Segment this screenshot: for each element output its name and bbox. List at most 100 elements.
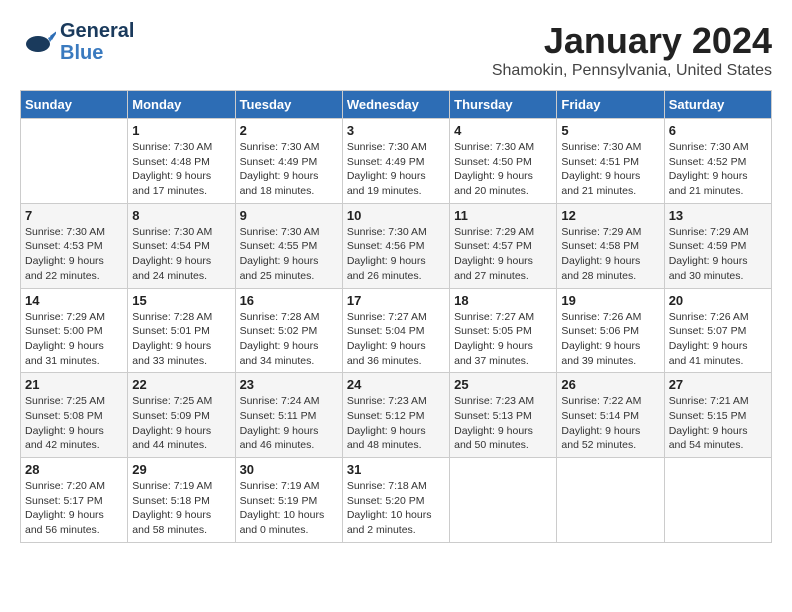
day-number: 2 xyxy=(240,123,338,138)
table-row xyxy=(450,458,557,543)
col-tuesday: Tuesday xyxy=(235,91,342,119)
day-number: 3 xyxy=(347,123,445,138)
col-monday: Monday xyxy=(128,91,235,119)
table-row: 15 Sunrise: 7:28 AM Sunset: 5:01 PM Dayli… xyxy=(128,288,235,373)
table-row: 13 Sunrise: 7:29 AM Sunset: 4:59 PM Dayli… xyxy=(664,203,771,288)
day-number: 17 xyxy=(347,293,445,308)
day-number: 29 xyxy=(132,462,230,477)
day-info: Sunrise: 7:22 AM Sunset: 5:14 PM Dayligh… xyxy=(561,394,659,453)
day-info: Sunrise: 7:27 AM Sunset: 5:05 PM Dayligh… xyxy=(454,310,552,369)
day-info: Sunrise: 7:29 AM Sunset: 4:58 PM Dayligh… xyxy=(561,225,659,284)
table-row xyxy=(557,458,664,543)
table-row: 20 Sunrise: 7:26 AM Sunset: 5:07 PM Dayli… xyxy=(664,288,771,373)
table-row: 12 Sunrise: 7:29 AM Sunset: 4:58 PM Dayli… xyxy=(557,203,664,288)
day-info: Sunrise: 7:24 AM Sunset: 5:11 PM Dayligh… xyxy=(240,394,338,453)
table-row: 22 Sunrise: 7:25 AM Sunset: 5:09 PM Dayli… xyxy=(128,373,235,458)
header: General Blue January 2024 Shamokin, Penn… xyxy=(20,20,772,80)
day-info: Sunrise: 7:26 AM Sunset: 5:06 PM Dayligh… xyxy=(561,310,659,369)
day-info: Sunrise: 7:30 AM Sunset: 4:54 PM Dayligh… xyxy=(132,225,230,284)
table-row: 5 Sunrise: 7:30 AM Sunset: 4:51 PM Daylig… xyxy=(557,119,664,204)
table-row: 2 Sunrise: 7:30 AM Sunset: 4:49 PM Daylig… xyxy=(235,119,342,204)
day-info: Sunrise: 7:30 AM Sunset: 4:49 PM Dayligh… xyxy=(347,140,445,199)
table-row: 29 Sunrise: 7:19 AM Sunset: 5:18 PM Dayli… xyxy=(128,458,235,543)
day-info: Sunrise: 7:21 AM Sunset: 5:15 PM Dayligh… xyxy=(669,394,767,453)
day-info: Sunrise: 7:30 AM Sunset: 4:56 PM Dayligh… xyxy=(347,225,445,284)
day-info: Sunrise: 7:30 AM Sunset: 4:50 PM Dayligh… xyxy=(454,140,552,199)
day-number: 15 xyxy=(132,293,230,308)
table-row: 23 Sunrise: 7:24 AM Sunset: 5:11 PM Dayli… xyxy=(235,373,342,458)
day-number: 9 xyxy=(240,208,338,223)
location-subtitle: Shamokin, Pennsylvania, United States xyxy=(492,62,772,80)
day-number: 14 xyxy=(25,293,123,308)
day-info: Sunrise: 7:29 AM Sunset: 5:00 PM Dayligh… xyxy=(25,310,123,369)
day-info: Sunrise: 7:30 AM Sunset: 4:51 PM Dayligh… xyxy=(561,140,659,199)
day-number: 22 xyxy=(132,377,230,392)
calendar-week-row: 7 Sunrise: 7:30 AM Sunset: 4:53 PM Daylig… xyxy=(21,203,772,288)
day-info: Sunrise: 7:30 AM Sunset: 4:53 PM Dayligh… xyxy=(25,225,123,284)
day-info: Sunrise: 7:19 AM Sunset: 5:19 PM Dayligh… xyxy=(240,479,338,538)
logo-blue: Blue xyxy=(60,42,134,64)
table-row: 14 Sunrise: 7:29 AM Sunset: 5:00 PM Dayli… xyxy=(21,288,128,373)
day-number: 19 xyxy=(561,293,659,308)
day-number: 31 xyxy=(347,462,445,477)
day-number: 10 xyxy=(347,208,445,223)
day-info: Sunrise: 7:20 AM Sunset: 5:17 PM Dayligh… xyxy=(25,479,123,538)
day-number: 21 xyxy=(25,377,123,392)
day-number: 12 xyxy=(561,208,659,223)
table-row: 21 Sunrise: 7:25 AM Sunset: 5:08 PM Dayli… xyxy=(21,373,128,458)
day-number: 27 xyxy=(669,377,767,392)
day-info: Sunrise: 7:19 AM Sunset: 5:18 PM Dayligh… xyxy=(132,479,230,538)
day-info: Sunrise: 7:26 AM Sunset: 5:07 PM Dayligh… xyxy=(669,310,767,369)
day-number: 11 xyxy=(454,208,552,223)
calendar-week-row: 1Sunrise: 7:30 AM Sunset: 4:48 PM Daylig… xyxy=(21,119,772,204)
day-info: Sunrise: 7:30 AM Sunset: 4:48 PM Dayligh… xyxy=(132,140,230,199)
day-number: 6 xyxy=(669,123,767,138)
day-info: Sunrise: 7:25 AM Sunset: 5:08 PM Dayligh… xyxy=(25,394,123,453)
calendar-table: Sunday Monday Tuesday Wednesday Thursday… xyxy=(20,90,772,543)
day-info: Sunrise: 7:25 AM Sunset: 5:09 PM Dayligh… xyxy=(132,394,230,453)
day-info: Sunrise: 7:30 AM Sunset: 4:55 PM Dayligh… xyxy=(240,225,338,284)
calendar-week-row: 21 Sunrise: 7:25 AM Sunset: 5:08 PM Dayli… xyxy=(21,373,772,458)
col-wednesday: Wednesday xyxy=(342,91,449,119)
day-info: Sunrise: 7:23 AM Sunset: 5:13 PM Dayligh… xyxy=(454,394,552,453)
day-number: 13 xyxy=(669,208,767,223)
table-row: 4 Sunrise: 7:30 AM Sunset: 4:50 PM Daylig… xyxy=(450,119,557,204)
calendar-header-row: Sunday Monday Tuesday Wednesday Thursday… xyxy=(21,91,772,119)
table-row: 1Sunrise: 7:30 AM Sunset: 4:48 PM Daylig… xyxy=(128,119,235,204)
col-thursday: Thursday xyxy=(450,91,557,119)
table-row: 28Sunrise: 7:20 AM Sunset: 5:17 PM Dayli… xyxy=(21,458,128,543)
table-row: 7 Sunrise: 7:30 AM Sunset: 4:53 PM Daylig… xyxy=(21,203,128,288)
calendar-week-row: 14 Sunrise: 7:29 AM Sunset: 5:00 PM Dayli… xyxy=(21,288,772,373)
day-number: 16 xyxy=(240,293,338,308)
day-number: 23 xyxy=(240,377,338,392)
day-number: 4 xyxy=(454,123,552,138)
calendar-week-row: 28Sunrise: 7:20 AM Sunset: 5:17 PM Dayli… xyxy=(21,458,772,543)
day-info: Sunrise: 7:28 AM Sunset: 5:02 PM Dayligh… xyxy=(240,310,338,369)
table-row xyxy=(21,119,128,204)
table-row: 24Sunrise: 7:23 AM Sunset: 5:12 PM Dayli… xyxy=(342,373,449,458)
col-sunday: Sunday xyxy=(21,91,128,119)
table-row: 9 Sunrise: 7:30 AM Sunset: 4:55 PM Daylig… xyxy=(235,203,342,288)
day-number: 25 xyxy=(454,377,552,392)
logo-bird-icon xyxy=(20,24,56,60)
logo-general: General xyxy=(60,20,134,42)
day-number: 18 xyxy=(454,293,552,308)
table-row: 6Sunrise: 7:30 AM Sunset: 4:52 PM Daylig… xyxy=(664,119,771,204)
table-row: 11Sunrise: 7:29 AM Sunset: 4:57 PM Dayli… xyxy=(450,203,557,288)
day-number: 20 xyxy=(669,293,767,308)
table-row: 18 Sunrise: 7:27 AM Sunset: 5:05 PM Dayli… xyxy=(450,288,557,373)
table-row: 26 Sunrise: 7:22 AM Sunset: 5:14 PM Dayli… xyxy=(557,373,664,458)
table-row: 17Sunrise: 7:27 AM Sunset: 5:04 PM Dayli… xyxy=(342,288,449,373)
day-number: 30 xyxy=(240,462,338,477)
day-number: 26 xyxy=(561,377,659,392)
day-info: Sunrise: 7:30 AM Sunset: 4:49 PM Dayligh… xyxy=(240,140,338,199)
day-info: Sunrise: 7:29 AM Sunset: 4:59 PM Dayligh… xyxy=(669,225,767,284)
table-row: 10 Sunrise: 7:30 AM Sunset: 4:56 PM Dayli… xyxy=(342,203,449,288)
day-info: Sunrise: 7:23 AM Sunset: 5:12 PM Dayligh… xyxy=(347,394,445,453)
day-number: 5 xyxy=(561,123,659,138)
title-section: January 2024 Shamokin, Pennsylvania, Uni… xyxy=(492,20,772,80)
day-info: Sunrise: 7:28 AM Sunset: 5:01 PM Dayligh… xyxy=(132,310,230,369)
table-row: 27 Sunrise: 7:21 AM Sunset: 5:15 PM Dayli… xyxy=(664,373,771,458)
day-number: 7 xyxy=(25,208,123,223)
month-title: January 2024 xyxy=(492,20,772,62)
